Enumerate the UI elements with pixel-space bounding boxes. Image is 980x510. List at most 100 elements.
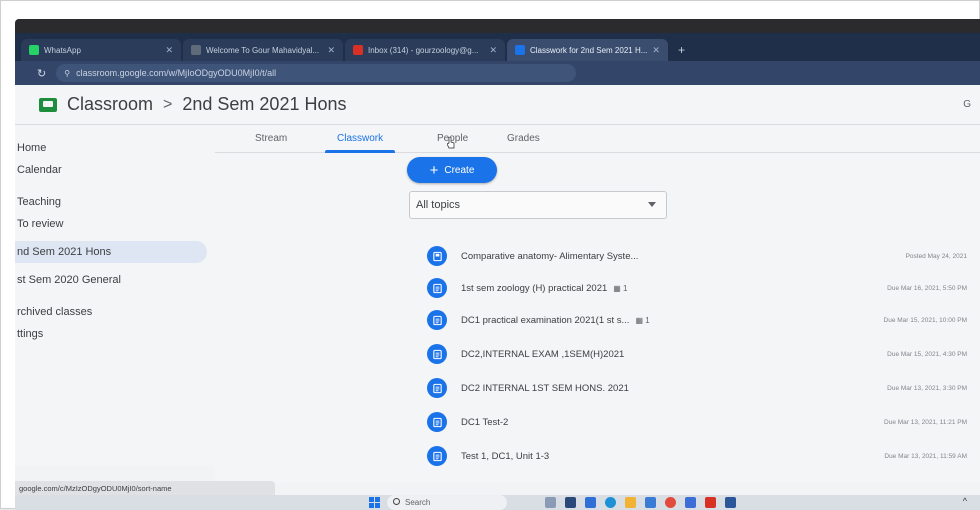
screen-bezel bbox=[15, 19, 980, 33]
browser-tab-gmail[interactable]: Inbox (314) - gourzoology@g... ✕ bbox=[345, 39, 505, 61]
sidebar-item-2nd-sem-2021[interactable]: nd Sem 2021 Hons bbox=[15, 241, 207, 263]
breadcrumb-separator: > bbox=[163, 95, 173, 113]
url-text: classroom.google.com/w/MjIoODgyODU0MjI0/… bbox=[76, 68, 277, 78]
tray-chevron-icon[interactable]: ^ bbox=[963, 496, 967, 506]
classwork-item-date: Due Mar 16, 2021, 5:50 PM bbox=[887, 284, 967, 292]
classwork-item-date: Posted May 24, 2021 bbox=[905, 252, 967, 260]
edge-icon[interactable] bbox=[605, 497, 616, 508]
classwork-item-date: Due Mar 13, 2021, 11:21 PM bbox=[884, 418, 967, 426]
classwork-item-date: Due Mar 13, 2021, 11:59 AM bbox=[884, 452, 967, 460]
classwork-item[interactable]: DC1 practical examination 2021(1 st s...… bbox=[427, 305, 967, 335]
site-info-icon[interactable]: ⚲ bbox=[64, 69, 70, 78]
windows-start-icon[interactable] bbox=[369, 497, 380, 508]
attachment-count-badge: ▦ 1 bbox=[635, 315, 650, 325]
close-icon[interactable]: ✕ bbox=[489, 45, 497, 56]
classwork-item-title: DC2 INTERNAL 1ST SEM HONS. 2021 bbox=[461, 382, 629, 394]
classwork-panel: + Create All topics Comparative anatomy-… bbox=[215, 153, 980, 483]
windows-taskbar: Search ^ bbox=[15, 495, 980, 510]
browser-tab-college[interactable]: Welcome To Gour Mahavidyal... ✕ bbox=[183, 39, 343, 61]
classwork-item-title: DC2,INTERNAL EXAM ,1SEM(H)2021 bbox=[461, 348, 625, 360]
assignment-icon bbox=[427, 378, 447, 398]
browser-tab-whatsapp[interactable]: WhatsApp ✕ bbox=[21, 39, 181, 61]
chrome-icon[interactable] bbox=[665, 497, 676, 508]
taskbar-search-label: Search bbox=[405, 498, 431, 507]
assignment-icon bbox=[427, 344, 447, 364]
sidebar: Home Calendar Teaching To review nd Sem … bbox=[15, 125, 215, 465]
gmail-icon bbox=[353, 45, 363, 55]
browser-tab-label: Classwork for 2nd Sem 2021 H... bbox=[530, 45, 648, 55]
close-icon[interactable]: ✕ bbox=[165, 45, 173, 56]
classwork-item-title: DC1 practical examination 2021(1 st s... bbox=[461, 314, 630, 326]
widgets-icon[interactable] bbox=[545, 497, 556, 508]
close-icon[interactable]: ✕ bbox=[652, 45, 660, 56]
account-icon[interactable]: G bbox=[963, 99, 971, 110]
sidebar-item-home[interactable]: Home bbox=[15, 137, 215, 159]
search-icon bbox=[393, 498, 400, 505]
sidebar-item-archived-classes[interactable]: rchived classes bbox=[15, 301, 215, 323]
task-view-icon[interactable] bbox=[565, 497, 576, 508]
taskbar-search-input[interactable]: Search bbox=[387, 495, 507, 510]
whatsapp-icon bbox=[29, 45, 39, 55]
url-input[interactable]: ⚲ classroom.google.com/w/MjIoODgyODU0MjI… bbox=[56, 64, 577, 82]
mail-icon[interactable] bbox=[685, 497, 696, 508]
store-icon[interactable] bbox=[645, 497, 656, 508]
sidebar-item-calendar[interactable]: Calendar bbox=[15, 159, 215, 181]
attachment-count-badge: ▦ 1 bbox=[613, 283, 628, 293]
tab-grades[interactable]: Grades bbox=[507, 133, 540, 144]
plus-icon: + bbox=[429, 161, 439, 179]
browser-tab-bar: WhatsApp ✕ Welcome To Gour Mahavidyal...… bbox=[15, 33, 980, 61]
classroom-header: Classroom > 2nd Sem 2021 Hons G bbox=[15, 85, 980, 125]
tab-stream[interactable]: Stream bbox=[255, 133, 287, 144]
address-bar-row: ↻ ⚲ classroom.google.com/w/MjIoODgyODU0M… bbox=[15, 61, 980, 85]
sidebar-item-to-review[interactable]: To review bbox=[15, 213, 215, 235]
classwork-item[interactable]: Comparative anatomy- Alimentary Syste...… bbox=[427, 241, 967, 271]
classwork-item-title: 1st sem zoology (H) practical 2021 bbox=[461, 282, 608, 294]
app-title[interactable]: Classroom bbox=[67, 94, 153, 115]
classwork-item-title: DC1 Test-2 bbox=[461, 416, 509, 428]
classwork-item[interactable]: DC2 INTERNAL 1ST SEM HONS. 2021 Due Mar … bbox=[427, 373, 967, 403]
site-icon bbox=[191, 45, 201, 55]
create-label: Create bbox=[444, 164, 475, 176]
reload-icon[interactable]: ↻ bbox=[37, 67, 46, 80]
word-icon[interactable] bbox=[725, 497, 736, 508]
class-tabs: Stream Classwork People Grades bbox=[215, 125, 980, 153]
classwork-item[interactable]: Test 1, DC1, Unit 1-3 Due Mar 13, 2021, … bbox=[427, 441, 967, 471]
classwork-item-date: Due Mar 15, 2021, 4:30 PM bbox=[887, 350, 967, 358]
browser-tab-label: WhatsApp bbox=[44, 45, 81, 55]
classwork-item-date: Due Mar 13, 2021, 3:30 PM bbox=[887, 384, 967, 392]
teams-icon[interactable] bbox=[585, 497, 596, 508]
tab-classwork[interactable]: Classwork bbox=[337, 133, 383, 144]
assignment-icon bbox=[427, 310, 447, 330]
browser-tab-classwork[interactable]: Classwork for 2nd Sem 2021 H... ✕ bbox=[507, 39, 668, 61]
classwork-item[interactable]: DC1 Test-2 Due Mar 13, 2021, 11:21 PM bbox=[427, 407, 967, 437]
class-name[interactable]: 2nd Sem 2021 Hons bbox=[182, 94, 346, 115]
assignment-icon bbox=[427, 278, 447, 298]
file-explorer-icon[interactable] bbox=[625, 497, 636, 508]
browser-tab-label: Welcome To Gour Mahavidyal... bbox=[206, 45, 320, 55]
classwork-item-title: Comparative anatomy- Alimentary Syste... bbox=[461, 250, 639, 262]
photo-frame: WhatsApp ✕ Welcome To Gour Mahavidyal...… bbox=[0, 0, 980, 510]
topic-filter-value: All topics bbox=[416, 199, 461, 211]
new-tab-button[interactable]: + bbox=[670, 39, 693, 61]
create-button[interactable]: + Create bbox=[407, 157, 497, 183]
acrobat-icon[interactable] bbox=[705, 497, 716, 508]
classwork-item[interactable]: 1st sem zoology (H) practical 2021 ▦ 1 D… bbox=[427, 273, 967, 303]
sidebar-item-teaching[interactable]: Teaching bbox=[15, 191, 215, 213]
topic-filter-select[interactable]: All topics bbox=[409, 191, 667, 219]
classwork-item-title: Test 1, DC1, Unit 1-3 bbox=[461, 450, 550, 462]
sidebar-item-settings[interactable]: ttings bbox=[15, 323, 215, 345]
assignment-icon bbox=[427, 446, 447, 466]
classroom-logo-icon[interactable] bbox=[39, 97, 57, 112]
classwork-item-date: Due Mar 15, 2021, 10:00 PM bbox=[883, 316, 967, 324]
classroom-icon bbox=[515, 45, 525, 55]
laptop-screen: WhatsApp ✕ Welcome To Gour Mahavidyal...… bbox=[15, 19, 980, 510]
hand-cursor-icon bbox=[447, 137, 455, 149]
browser-tab-label: Inbox (314) - gourzoology@g... bbox=[368, 45, 479, 55]
material-icon bbox=[427, 246, 447, 266]
sidebar-item-1st-sem-2020[interactable]: st Sem 2020 General bbox=[15, 269, 215, 291]
chevron-down-icon bbox=[648, 202, 656, 207]
close-icon[interactable]: ✕ bbox=[327, 45, 335, 56]
classwork-item[interactable]: DC2,INTERNAL EXAM ,1SEM(H)2021 Due Mar 1… bbox=[427, 339, 967, 369]
assignment-icon bbox=[427, 412, 447, 432]
link-status-bar: google.com/c/MzIzODgyODU0MjI0/sort-name bbox=[15, 481, 275, 495]
